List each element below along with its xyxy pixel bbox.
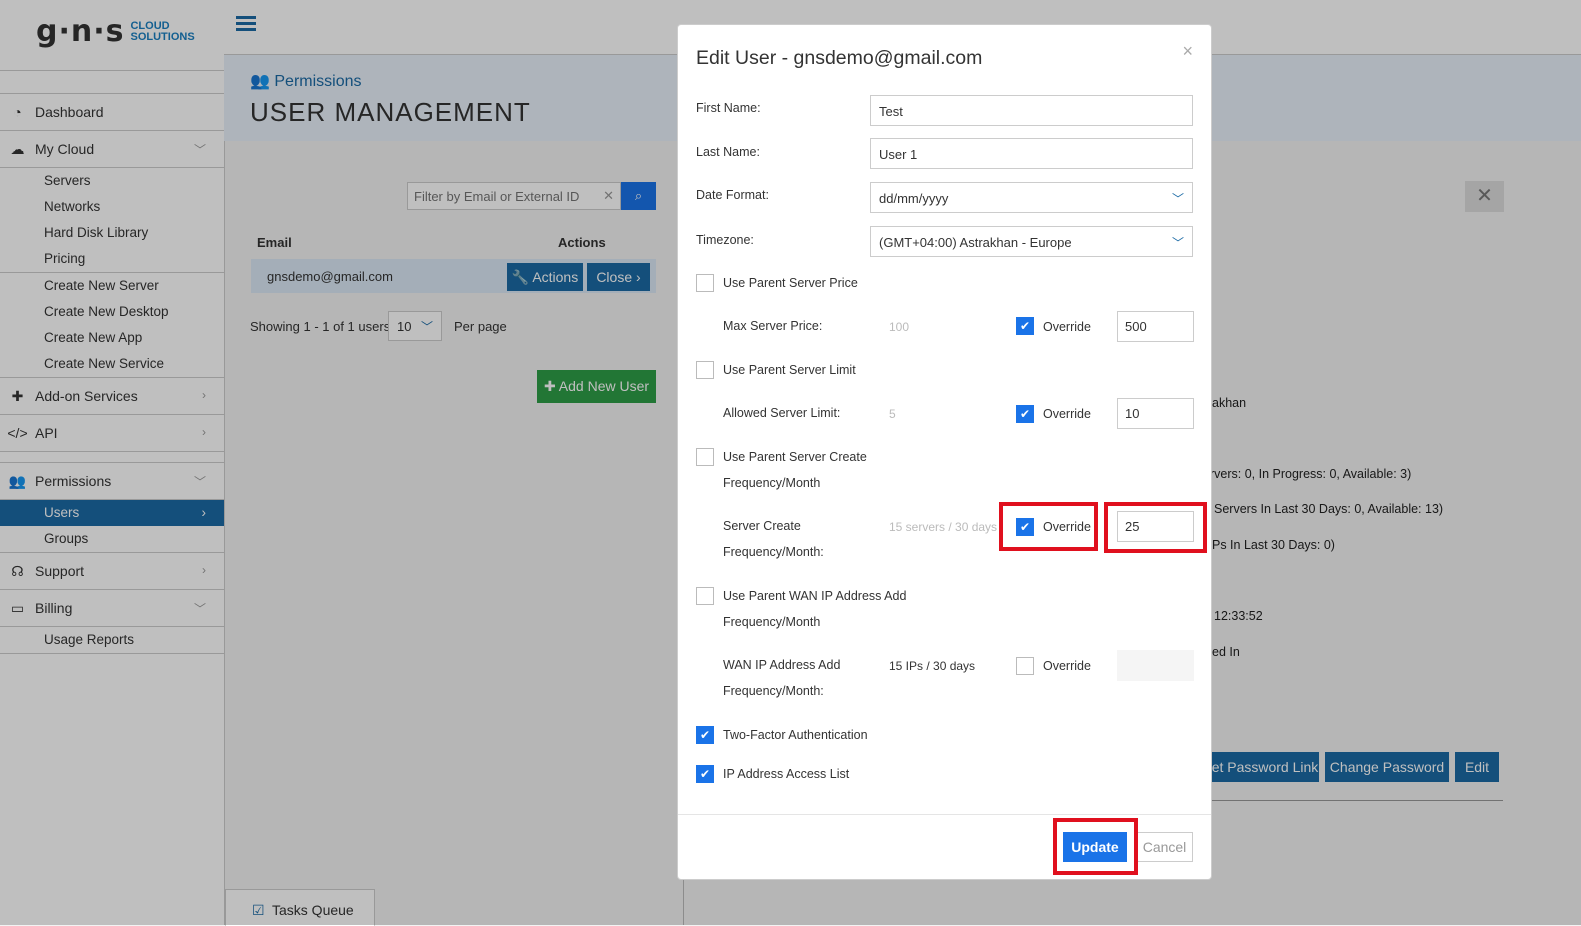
first-name-field[interactable]: Test bbox=[870, 95, 1193, 126]
timezone-select[interactable]: (GMT+04:00) Astrakhan - Europe ﹀ bbox=[870, 226, 1193, 257]
use-parent-server-limit-checkbox[interactable] bbox=[696, 361, 714, 379]
last-name-field[interactable]: User 1 bbox=[870, 138, 1193, 169]
max-server-price-parent-value: 100 bbox=[889, 320, 910, 334]
edit-user-modal: Edit User - gnsdemo@gmail.com × First Na… bbox=[677, 24, 1212, 880]
use-parent-server-create-label: Use Parent Server Create Frequency/Month bbox=[723, 450, 867, 490]
timezone-label: Timezone: bbox=[696, 233, 754, 247]
wan-ip-override-input bbox=[1117, 650, 1194, 681]
wan-ip-override-label: Override bbox=[1043, 659, 1091, 673]
wan-ip-frequency-label: WAN IP Address Add Frequency/Month: bbox=[723, 658, 841, 698]
allowed-limit-parent-value: 5 bbox=[889, 407, 896, 421]
modal-title: Edit User - gnsdemo@gmail.com bbox=[696, 47, 983, 69]
cancel-button[interactable]: Cancel bbox=[1136, 832, 1193, 862]
chevron-down-icon: ﹀ bbox=[1171, 192, 1184, 206]
chevron-down-icon: ﹀ bbox=[1171, 236, 1184, 250]
check-icon: ✔ bbox=[699, 728, 711, 742]
date-format-select[interactable]: dd/mm/yyyy ﹀ bbox=[870, 182, 1193, 213]
check-icon: ✔ bbox=[1019, 319, 1031, 333]
use-parent-server-price-label: Use Parent Server Price bbox=[723, 276, 858, 290]
check-icon: ✔ bbox=[1019, 407, 1031, 421]
max-price-override-checkbox[interactable]: ✔ bbox=[1016, 317, 1034, 335]
close-icon[interactable]: × bbox=[1182, 41, 1193, 62]
ip-access-list-label: IP Address Access List bbox=[723, 767, 850, 781]
allowed-limit-override-input[interactable]: 10 bbox=[1117, 398, 1194, 429]
max-price-override-label: Override bbox=[1043, 320, 1091, 334]
check-icon: ✔ bbox=[699, 767, 711, 781]
date-format-label: Date Format: bbox=[696, 188, 769, 202]
use-parent-wan-ip-checkbox[interactable] bbox=[696, 587, 714, 605]
allowed-limit-override-label: Override bbox=[1043, 407, 1091, 421]
use-parent-wan-ip-label: Use Parent WAN IP Address Add Frequency/M… bbox=[723, 589, 907, 629]
max-server-price-label: Max Server Price: bbox=[723, 319, 823, 333]
modal-footer-divider bbox=[678, 814, 1211, 815]
highlight-update-button bbox=[1053, 818, 1138, 875]
use-parent-server-price-checkbox[interactable] bbox=[696, 274, 714, 292]
use-parent-server-limit-label: Use Parent Server Limit bbox=[723, 363, 856, 377]
two-factor-label: Two-Factor Authentication bbox=[723, 728, 868, 742]
wan-ip-parent-value: 15 IPs / 30 days bbox=[889, 659, 976, 673]
server-create-parent-value: 15 servers / 30 days bbox=[889, 520, 998, 534]
max-price-override-input[interactable]: 500 bbox=[1117, 311, 1194, 342]
ip-access-list-checkbox[interactable]: ✔ bbox=[696, 765, 714, 783]
two-factor-checkbox[interactable]: ✔ bbox=[696, 726, 714, 744]
last-name-label: Last Name: bbox=[696, 145, 760, 159]
allowed-server-limit-label: Allowed Server Limit: bbox=[723, 406, 841, 420]
allowed-limit-override-checkbox[interactable]: ✔ bbox=[1016, 405, 1034, 423]
server-create-frequency-label: Server Create Frequency/Month: bbox=[723, 519, 824, 559]
use-parent-server-create-checkbox[interactable] bbox=[696, 448, 714, 466]
highlight-override-input bbox=[1104, 502, 1207, 553]
wan-ip-override-checkbox[interactable] bbox=[1016, 657, 1034, 675]
highlight-override-checkbox bbox=[999, 502, 1098, 551]
first-name-label: First Name: bbox=[696, 101, 761, 115]
